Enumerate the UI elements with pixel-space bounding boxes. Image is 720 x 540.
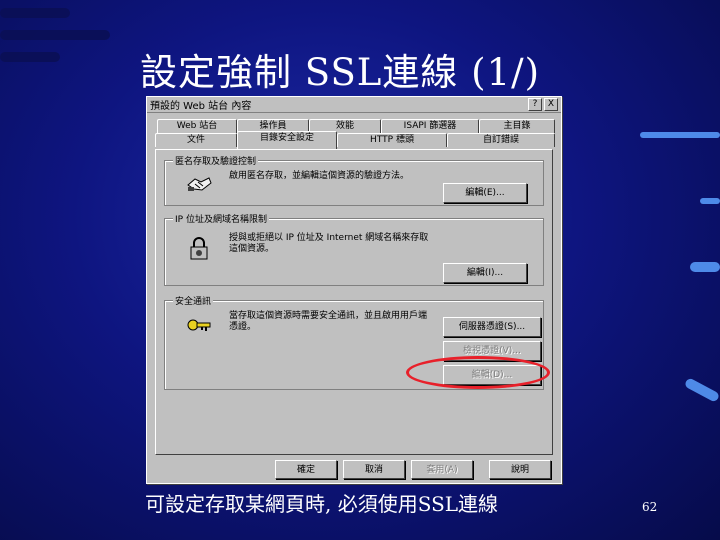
tab-http-headers[interactable]: HTTP 標頭 bbox=[337, 133, 447, 147]
handshake-icon bbox=[187, 177, 212, 191]
group-ip-restrictions: IP 位址及網域名稱限制 授與或拒絕以 IP 位址及 Internet 網域名稱… bbox=[164, 212, 544, 286]
tab-strip: Web 站台 操作員 效能 ISAPI 篩選器 主目錄 文件 目錄安全設定 HT… bbox=[153, 119, 557, 149]
edit-ip-button[interactable]: 編輯(I)... bbox=[443, 263, 527, 283]
group-description: 授與或拒絕以 IP 位址及 Internet 網域名稱來存取這個資源。 bbox=[229, 233, 429, 254]
group-description: 啟用匿名存取，並編輯這個資源的驗證方法。 bbox=[229, 171, 410, 181]
key-icon bbox=[187, 319, 211, 331]
help-dialog-button[interactable]: 說明 bbox=[489, 460, 551, 479]
cancel-button[interactable]: 取消 bbox=[343, 460, 405, 479]
lock-icon bbox=[190, 237, 208, 260]
dialog-title: 預設的 Web 站台 內容 bbox=[150, 101, 252, 112]
edit-anonymous-button[interactable]: 編輯(E)... bbox=[443, 183, 527, 203]
background-streak bbox=[683, 377, 720, 403]
background-streak bbox=[0, 52, 60, 62]
page-number: 62 bbox=[642, 500, 658, 514]
help-button[interactable]: ? bbox=[528, 98, 542, 111]
server-certificate-button[interactable]: 伺服器憑證(S)... bbox=[443, 317, 541, 337]
close-button[interactable]: X bbox=[544, 98, 558, 111]
properties-dialog: 預設的 Web 站台 內容 ? X Web 站台 操作員 效能 ISAPI 篩選… bbox=[146, 96, 562, 484]
background-streak bbox=[0, 30, 110, 40]
background-streak bbox=[640, 132, 720, 138]
background-streak bbox=[0, 8, 70, 18]
slide-title: 設定強制 SSL連線 (1/) bbox=[140, 51, 541, 94]
background-streak bbox=[700, 198, 720, 204]
apply-button[interactable]: 套用(A) bbox=[411, 460, 473, 479]
ok-button[interactable]: 確定 bbox=[275, 460, 337, 479]
slide-caption: 可設定存取某網頁時, 必須使用SSL連線 bbox=[145, 492, 499, 516]
tab-web-site[interactable]: Web 站台 bbox=[157, 119, 237, 133]
tab-home-directory[interactable]: 主目錄 bbox=[479, 119, 555, 133]
group-label: 安全通訊 bbox=[173, 294, 214, 307]
group-label: IP 位址及網域名稱限制 bbox=[173, 212, 269, 225]
tab-directory-security[interactable]: 目錄安全設定 bbox=[237, 131, 337, 149]
tab-panel: 匿名存取及驗證控制 啟用匿名存取，並編輯這個資源的驗證方法。 編輯(E)... … bbox=[155, 149, 553, 455]
highlight-circle bbox=[406, 356, 550, 389]
tab-isapi-filters[interactable]: ISAPI 篩選器 bbox=[381, 119, 479, 133]
background-streak bbox=[690, 262, 720, 272]
group-description: 當存取這個資源時需要安全通訊，並且啟用用戶端憑證。 bbox=[229, 311, 428, 332]
group-label: 匿名存取及驗證控制 bbox=[173, 154, 259, 167]
tab-custom-errors[interactable]: 自訂錯誤 bbox=[447, 133, 555, 147]
tab-documents[interactable]: 文件 bbox=[155, 133, 237, 147]
group-anonymous-access: 匿名存取及驗證控制 啟用匿名存取，並編輯這個資源的驗證方法。 編輯(E)... bbox=[164, 154, 544, 206]
dialog-titlebar[interactable]: 預設的 Web 站台 內容 ? X bbox=[147, 97, 561, 113]
